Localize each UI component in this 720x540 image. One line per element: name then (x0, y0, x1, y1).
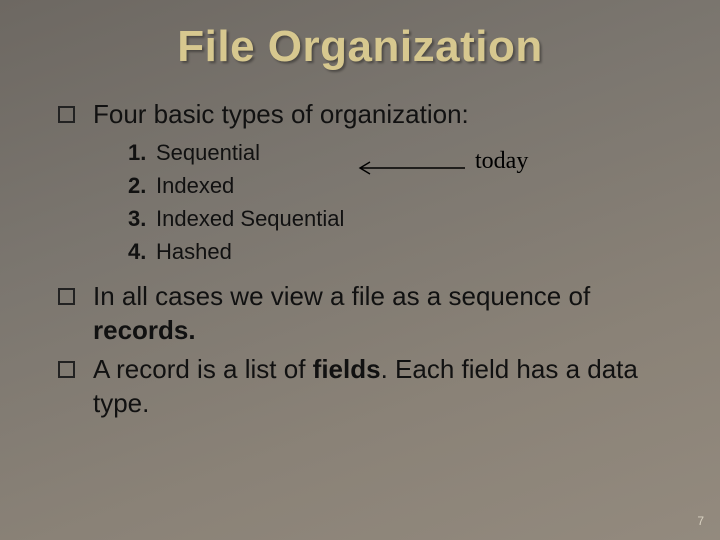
numbered-list: 1. Sequential 2. Indexed 3. Indexed Sequ… (128, 136, 680, 268)
square-bullet-icon (58, 288, 75, 305)
list-label: Sequential (156, 136, 260, 169)
bullet-item: A record is a list of fields. Each field… (58, 353, 680, 421)
list-number: 3. (128, 202, 156, 235)
list-label: Indexed (156, 169, 234, 202)
today-annotation: today (475, 148, 528, 175)
list-number: 2. (128, 169, 156, 202)
bullet-item: In all cases we view a file as a sequenc… (58, 280, 680, 348)
page-number: 7 (697, 514, 704, 528)
slide: File Organization Four basic types of or… (0, 0, 720, 540)
list-number: 4. (128, 235, 156, 268)
list-number: 1. (128, 136, 156, 169)
list-label: Indexed Sequential (156, 202, 344, 235)
slide-title: File Organization (40, 22, 680, 72)
list-item: 3. Indexed Sequential (128, 202, 680, 235)
bullet-text: Four basic types of organization: (93, 98, 469, 132)
bullet-item: Four basic types of organization: (58, 98, 680, 132)
square-bullet-icon (58, 106, 75, 123)
square-bullet-icon (58, 361, 75, 378)
bullet-text: In all cases we view a file as a sequenc… (93, 280, 680, 348)
list-item: 4. Hashed (128, 235, 680, 268)
arrow-icon (350, 160, 470, 180)
bullet-text: A record is a list of fields. Each field… (93, 353, 680, 421)
list-label: Hashed (156, 235, 232, 268)
